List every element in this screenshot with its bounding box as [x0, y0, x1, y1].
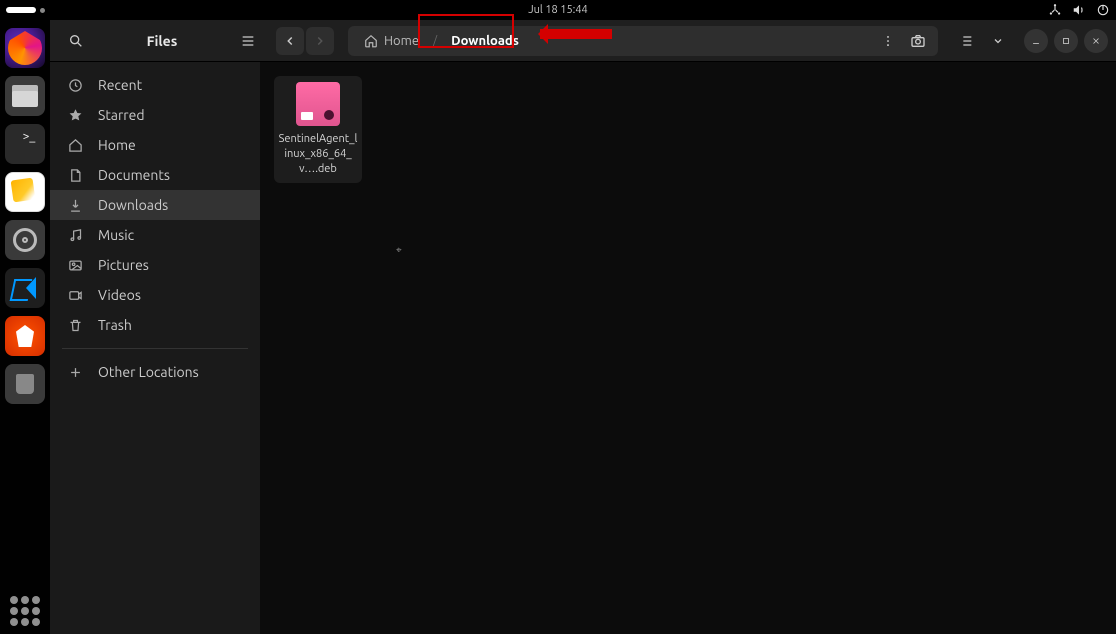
dock-terminal-icon[interactable]: >_: [5, 124, 45, 164]
nav-forward-button[interactable]: [306, 27, 334, 55]
sidebar-item-pictures[interactable]: Pictures: [50, 250, 260, 280]
breadcrumb-separator-icon: /: [433, 35, 437, 47]
home-icon: [68, 138, 84, 153]
workspace-dot-icon: [40, 8, 45, 13]
path-bar[interactable]: Home / Downloads: [348, 26, 938, 56]
sidebar-label: Documents: [98, 167, 170, 183]
files-toolbar: Files Home / Downloads: [50, 20, 1116, 62]
sidebar-item-trash[interactable]: Trash: [50, 310, 260, 340]
app-title: Files: [147, 33, 178, 49]
ubuntu-dock: >_: [0, 20, 50, 634]
star-icon: [68, 108, 84, 123]
sidebar-item-downloads[interactable]: Downloads: [50, 190, 260, 220]
network-icon[interactable]: [1048, 3, 1062, 17]
sidebar-label: Pictures: [98, 257, 149, 273]
sidebar-item-starred[interactable]: Starred: [50, 100, 260, 130]
document-icon: [68, 168, 84, 183]
power-icon[interactable]: [1096, 3, 1110, 17]
view-options-button[interactable]: [984, 27, 1012, 55]
camera-icon[interactable]: [904, 27, 932, 55]
sidebar-item-other-locations[interactable]: Other Locations: [50, 357, 260, 387]
dock-brave-icon[interactable]: [5, 316, 45, 356]
video-icon: [68, 288, 84, 303]
sidebar-item-videos[interactable]: Videos: [50, 280, 260, 310]
dock-trash-icon[interactable]: [5, 364, 45, 404]
window-minimize-button[interactable]: [1024, 29, 1048, 53]
sidebar-label: Home: [98, 137, 136, 153]
dock-text-editor-icon[interactable]: [5, 172, 45, 212]
dock-settings-icon[interactable]: [5, 220, 45, 260]
dock-files-icon[interactable]: [5, 76, 45, 116]
dock-vscode-icon[interactable]: [5, 268, 45, 308]
mouse-cursor-icon: ⌖: [396, 244, 402, 256]
search-button[interactable]: [62, 27, 90, 55]
files-content-area[interactable]: SentinelAgent_linux_x86_64_v….deb ⌖: [260, 62, 1116, 634]
sidebar-item-home[interactable]: Home: [50, 130, 260, 160]
panel-clock[interactable]: Jul 18 15:44: [528, 4, 588, 16]
path-menu-button[interactable]: [874, 27, 902, 55]
sidebar-label: Starred: [98, 107, 145, 123]
window-close-button[interactable]: [1084, 29, 1108, 53]
picture-icon: [68, 258, 84, 273]
sidebar-label: Recent: [98, 77, 142, 93]
sidebar-item-recent[interactable]: Recent: [50, 70, 260, 100]
dock-show-apps-icon[interactable]: [10, 596, 40, 626]
sidebar-separator: [62, 348, 248, 349]
file-name-label: SentinelAgent_linux_x86_64_v….deb: [278, 132, 358, 177]
dock-firefox-icon[interactable]: [5, 28, 45, 68]
sidebar-label: Downloads: [98, 197, 168, 213]
sidebar-label: Music: [98, 227, 134, 243]
sidebar-label: Other Locations: [98, 364, 199, 380]
download-icon: [68, 198, 84, 213]
music-icon: [68, 228, 84, 243]
volume-icon[interactable]: [1072, 3, 1086, 17]
trash-icon: [68, 318, 84, 333]
file-item[interactable]: SentinelAgent_linux_x86_64_v….deb: [274, 76, 362, 183]
activities-indicator[interactable]: [6, 7, 36, 13]
breadcrumb-downloads[interactable]: Downloads: [441, 30, 529, 52]
hamburger-menu-button[interactable]: [234, 27, 262, 55]
breadcrumb-current-label: Downloads: [451, 34, 519, 48]
nautilus-window: Files Home / Downloads: [50, 20, 1116, 634]
breadcrumb-home[interactable]: Home: [354, 30, 429, 52]
gnome-top-panel: Jul 18 15:44: [0, 0, 1116, 20]
home-icon: [364, 34, 378, 48]
clock-icon: [68, 78, 84, 93]
sidebar-label: Trash: [98, 317, 132, 333]
list-view-button[interactable]: [952, 27, 980, 55]
window-maximize-button[interactable]: [1054, 29, 1078, 53]
breadcrumb-home-label: Home: [384, 34, 419, 48]
nav-back-button[interactable]: [276, 27, 304, 55]
deb-package-icon: [296, 82, 340, 126]
places-sidebar: Recent Starred Home Documents Downloads …: [50, 62, 260, 634]
sidebar-item-documents[interactable]: Documents: [50, 160, 260, 190]
plus-icon: [68, 365, 84, 380]
sidebar-item-music[interactable]: Music: [50, 220, 260, 250]
sidebar-label: Videos: [98, 287, 141, 303]
